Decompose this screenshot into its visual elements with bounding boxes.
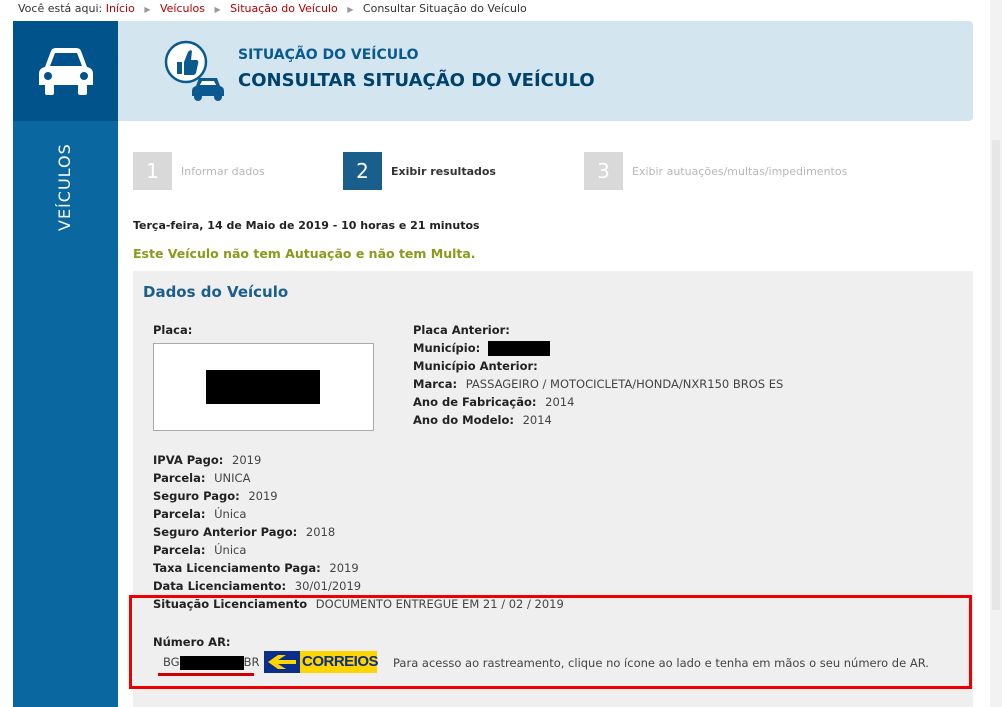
- ar-prefix: BG: [163, 655, 180, 669]
- correios-tracking-button[interactable]: CORREIOS: [264, 651, 379, 673]
- correios-logo: [264, 651, 300, 673]
- ipva-row: IPVA Pago: 2019: [153, 453, 261, 467]
- breadcrumb-current: Consultar Situação do Veículo: [362, 2, 527, 15]
- taxa-licenciamento-label: Taxa Licenciamento Paga:: [153, 561, 321, 575]
- breadcrumb-separator-icon: ▶: [144, 5, 151, 14]
- marca-row: Marca: PASSAGEIRO / MOTOCICLETA/HONDA/NX…: [413, 377, 783, 391]
- breadcrumb-link-situacao[interactable]: Situação do Veículo: [230, 2, 338, 15]
- seguro-label: Seguro Pago:: [153, 489, 240, 503]
- breadcrumb-separator-icon: ▶: [214, 5, 221, 14]
- ano-fabricacao-label: Ano de Fabricação:: [413, 395, 537, 409]
- status-message: Este Veículo não tem Autuação e não tem …: [133, 246, 476, 261]
- ar-tracking-hint: Para acesso ao rastreamento, clique no í…: [393, 656, 929, 670]
- data-licenciamento-row: Data Licenciamento: 30/01/2019: [153, 579, 361, 593]
- page-title: CONSULTAR SITUAÇÃO DO VEÍCULO: [238, 70, 595, 91]
- step-1-label: Informar dados: [181, 165, 265, 178]
- seguro-anterior-label: Seguro Anterior Pago:: [153, 525, 298, 539]
- breadcrumb-prefix: Você está aqui:: [18, 2, 103, 15]
- municipio-row: Município:: [413, 341, 550, 356]
- ar-number: BG BR: [163, 655, 260, 670]
- ano-fabricacao-value: 2014: [545, 395, 575, 409]
- seguro-row: Seguro Pago: 2019: [153, 489, 278, 503]
- placa-label: Placa:: [153, 323, 193, 337]
- numero-ar-label: Número AR:: [153, 635, 231, 649]
- taxa-licenciamento-value: 2019: [329, 561, 359, 575]
- ar-suffix: BR: [243, 655, 260, 669]
- correios-arrows-icon: [268, 655, 296, 669]
- thumbs-up-car-icon: [164, 40, 224, 101]
- sidebar-icon-area: [13, 21, 118, 121]
- step-3-number: 3: [584, 152, 623, 190]
- breadcrumb-separator-icon: ▶: [347, 5, 354, 14]
- seguro-anterior-row: Seguro Anterior Pago: 2018: [153, 525, 335, 539]
- ano-fabricacao-row: Ano de Fabricação: 2014: [413, 395, 574, 409]
- breadcrumb: Você está aqui: Início ▶ Veículos ▶ Situ…: [18, 2, 527, 15]
- parcela-seguro-anterior-value: Única: [214, 543, 247, 557]
- parcela-ipva-label: Parcela:: [153, 471, 206, 485]
- parcela-ipva-value: UNICA: [214, 471, 251, 485]
- scrollbar-thumb[interactable]: [992, 140, 1000, 610]
- sidebar: VEÍCULOS: [13, 21, 118, 707]
- step-2-number: 2: [343, 152, 382, 190]
- marca-label: Marca:: [413, 377, 458, 391]
- parcela-seguro-label: Parcela:: [153, 507, 206, 521]
- parcela-seguro-row: Parcela: Única: [153, 507, 246, 521]
- step-2-label: Exibir resultados: [391, 165, 496, 178]
- scrollbar[interactable]: [990, 0, 1002, 707]
- municipio-anterior-label: Município Anterior:: [413, 359, 538, 373]
- step-3-label: Exibir autuações/multas/impedimentos: [632, 165, 848, 178]
- ano-modelo-row: Ano do Modelo: 2014: [413, 413, 552, 427]
- ano-modelo-value: 2014: [522, 413, 552, 427]
- sidebar-label: VEÍCULOS: [55, 143, 74, 231]
- data-licenciamento-value: 30/01/2019: [294, 579, 362, 593]
- page-subtitle: SITUAÇÃO DO VEÍCULO: [238, 47, 419, 63]
- placa-anterior-label: Placa Anterior:: [413, 323, 510, 337]
- redacted-municipio: [487, 341, 550, 356]
- seguro-anterior-value: 2018: [305, 525, 336, 539]
- car-icon: [39, 48, 93, 95]
- municipio-label: Município:: [413, 341, 481, 355]
- seguro-value: 2019: [248, 489, 278, 503]
- ipva-label: IPVA Pago:: [153, 453, 224, 467]
- redacted-plate: [206, 370, 320, 404]
- placa-anterior-row: Placa Anterior:: [413, 323, 510, 337]
- ano-modelo-label: Ano do Modelo:: [413, 413, 514, 427]
- ar-underline: [158, 673, 254, 676]
- section-title: Dados do Veículo: [143, 283, 289, 301]
- highlight-box: [129, 595, 972, 689]
- taxa-licenciamento-row: Taxa Licenciamento Paga: 2019: [153, 561, 359, 575]
- data-licenciamento-label: Data Licenciamento:: [153, 579, 287, 593]
- municipio-anterior-row: Município Anterior:: [413, 359, 538, 373]
- placa-label-row: Placa:: [153, 323, 192, 337]
- consultation-date: Terça-feira, 14 de Maio de 2019 - 10 hor…: [133, 219, 480, 232]
- step-1-number: 1: [133, 152, 172, 190]
- breadcrumb-link-veiculos[interactable]: Veículos: [160, 2, 205, 15]
- plate-image-box: [153, 343, 374, 431]
- parcela-seguro-anterior-label: Parcela:: [153, 543, 206, 557]
- correios-text: CORREIOS: [302, 653, 379, 670]
- parcela-seguro-anterior-row: Parcela: Única: [153, 543, 246, 557]
- ipva-value: 2019: [232, 453, 262, 467]
- breadcrumb-link-inicio[interactable]: Início: [106, 2, 135, 15]
- parcela-ipva-row: Parcela: UNICA: [153, 471, 250, 485]
- marca-value: PASSAGEIRO / MOTOCICLETA/HONDA/NXR150 BR…: [465, 377, 784, 391]
- redacted-ar-number: [179, 655, 244, 670]
- parcela-seguro-value: Única: [214, 507, 247, 521]
- numero-ar-row: Número AR:: [153, 635, 231, 649]
